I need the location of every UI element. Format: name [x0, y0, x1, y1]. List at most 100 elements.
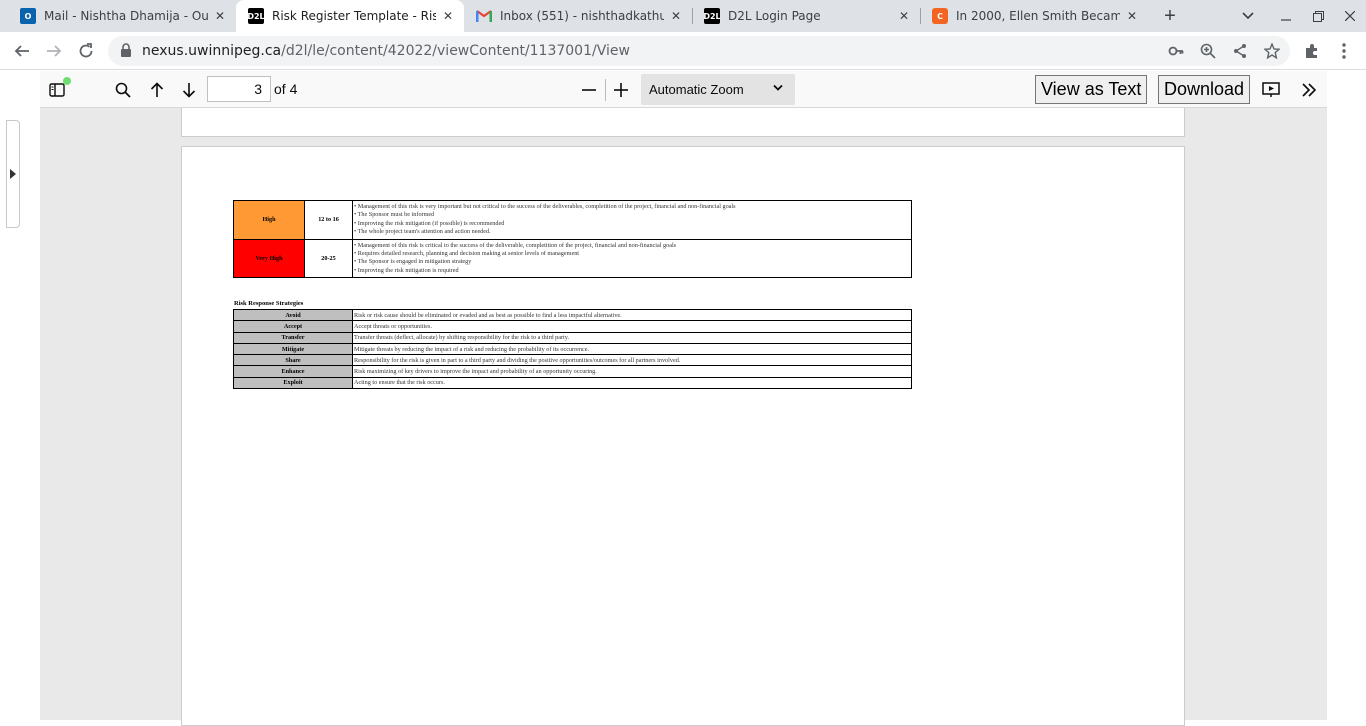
- pdf-viewer: 3 of 4 Automatic Zoom View as Text Downl…: [40, 71, 1327, 726]
- strategy-definition: Accept threats or opportunities.: [352, 320, 912, 333]
- tab-title: Risk Register Template - Risk M: [272, 9, 436, 23]
- tab-title: D2L Login Page: [728, 9, 821, 23]
- previous-page-bottom: [181, 108, 1185, 137]
- zoom-out-icon[interactable]: [575, 76, 603, 104]
- tab-course-hero[interactable]: C In 2000, Ellen Smith Became A ✕: [920, 0, 1148, 32]
- risk-response-table: Avoid Risk or risk cause should be elimin…: [233, 308, 912, 390]
- strategy-definition: Responsibility for the risk is given in …: [352, 354, 912, 367]
- tab-title: In 2000, Ellen Smith Became A: [956, 9, 1120, 23]
- close-icon[interactable]: ✕: [896, 8, 912, 24]
- zoom-icon[interactable]: [1198, 41, 1218, 61]
- strategy-definition: Acting to ensure that the risk occurs.: [352, 376, 912, 390]
- key-icon[interactable]: [1166, 41, 1186, 61]
- tab-d2l-login[interactable]: D2L D2L Login Page ✕: [692, 0, 920, 32]
- close-icon[interactable]: ✕: [668, 8, 684, 24]
- page-count: of 4: [274, 81, 298, 97]
- table-row: Accept Accept threats or opportunities.: [233, 320, 912, 333]
- strategy-name: Mitigate: [233, 342, 353, 356]
- reload-button[interactable]: [72, 37, 100, 65]
- risk-description-cell: • Management of this risk is critical to…: [352, 238, 912, 279]
- strategy-name: Avoid: [233, 308, 353, 322]
- description-line: • Requires detailed research, planning a…: [354, 250, 580, 258]
- table-row: Mitigate Mitigate threats by reducing the…: [233, 342, 912, 356]
- zoom-value: Automatic Zoom: [649, 82, 744, 97]
- description-line: • Management of this risk is critical to…: [354, 241, 677, 249]
- strategy-definition: Transfer threats (deflect, allocate) by …: [352, 331, 912, 344]
- close-window-button[interactable]: [1334, 0, 1366, 32]
- back-button[interactable]: [8, 37, 36, 65]
- restore-button[interactable]: [1302, 0, 1334, 32]
- strategy-name: Exploit: [233, 376, 353, 390]
- course-hero-icon: C: [932, 8, 948, 24]
- forward-button[interactable]: [40, 37, 68, 65]
- tab-strip: O Mail - Nishtha Dhamija - Outlo ✕ D2L R…: [0, 0, 1366, 32]
- risk-level-cell: Very High: [233, 238, 305, 279]
- table-row: Exploit Acting to ensure that the risk oc…: [233, 376, 912, 390]
- download-button[interactable]: Download: [1158, 75, 1251, 104]
- zoom-in-icon[interactable]: [607, 76, 635, 104]
- description-line: • Management of this risk is very import…: [354, 203, 736, 210]
- extensions-icon[interactable]: [1298, 37, 1326, 65]
- tab-title: Inbox (551) - nishthadkathuria: [500, 9, 664, 23]
- browser-menu-icon[interactable]: [1330, 37, 1358, 65]
- table-row: Enhance Risk maximizing of key drivers to…: [233, 365, 912, 378]
- pdf-toolbar: 3 of 4 Automatic Zoom View as Text Downl…: [40, 71, 1327, 108]
- pdf-page: High 12 to 16 • Management of this risk …: [181, 146, 1185, 726]
- address-bar[interactable]: nexus.uwinnipeg.ca/d2l/le/content/42022/…: [108, 36, 1290, 66]
- chevron-down-icon: [773, 81, 783, 95]
- side-panel-toggle[interactable]: [6, 120, 20, 228]
- description-line: • The Sponsor is engaged in mitigation s…: [354, 258, 472, 266]
- strategies-title: Risk Response Strategies: [234, 300, 304, 307]
- table-row: Share Responsibility for the risk is give…: [233, 354, 912, 367]
- next-page-icon[interactable]: [175, 76, 203, 104]
- page-number-input[interactable]: 3: [207, 76, 271, 102]
- strategy-name: Accept: [233, 320, 353, 333]
- strategy-name: Enhance: [233, 365, 353, 378]
- risk-score-cell: 20-25: [304, 238, 353, 279]
- d2l-icon: D2L: [703, 8, 721, 24]
- close-icon[interactable]: ✕: [1124, 8, 1140, 24]
- tab-risk-register[interactable]: D2L Risk Register Template - Risk M ✕: [236, 0, 464, 32]
- zoom-select[interactable]: Automatic Zoom: [641, 74, 795, 105]
- risk-level-table: High 12 to 16 • Management of this risk …: [233, 200, 912, 279]
- strategy-name: Transfer: [233, 331, 353, 344]
- strategy-definition: Risk maximizing of key drivers to improv…: [352, 365, 912, 378]
- sidebar-toggle-icon[interactable]: [43, 76, 71, 104]
- outlook-icon: O: [20, 8, 36, 24]
- view-as-text-button[interactable]: View as Text: [1035, 75, 1148, 104]
- tab-outlook-mail[interactable]: O Mail - Nishtha Dhamija - Outlo ✕: [8, 0, 236, 32]
- close-icon[interactable]: ✕: [440, 8, 456, 24]
- browser-toolbar: nexus.uwinnipeg.ca/d2l/le/content/42022/…: [0, 32, 1366, 70]
- tab-title: Mail - Nishtha Dhamija - Outlo: [44, 9, 208, 23]
- bookmark-star-icon[interactable]: [1262, 41, 1282, 61]
- description-line: • Improving the risk mitigation (if poss…: [354, 219, 505, 227]
- close-icon[interactable]: ✕: [212, 8, 228, 24]
- zoom-separator: [605, 79, 606, 101]
- table-row: Avoid Risk or risk cause should be elimin…: [233, 308, 912, 322]
- risk-level-cell: High: [233, 200, 305, 240]
- url-text: nexus.uwinnipeg.ca/d2l/le/content/42022/…: [142, 43, 630, 59]
- presentation-mode-icon[interactable]: [1257, 76, 1285, 104]
- url-path: /d2l/le/content/42022/viewContent/113700…: [281, 43, 630, 59]
- url-host: nexus.uwinnipeg.ca: [142, 43, 282, 59]
- lock-icon[interactable]: [120, 43, 134, 59]
- previous-page-icon[interactable]: [143, 76, 171, 104]
- search-icon[interactable]: [109, 76, 137, 104]
- gmail-icon: [476, 8, 492, 24]
- strategy-name: Share: [233, 354, 353, 367]
- tab-gmail-inbox[interactable]: Inbox (551) - nishthadkathuria ✕: [464, 0, 692, 32]
- description-line: • The whole project team's attention and…: [354, 228, 491, 236]
- tools-double-chevron-icon[interactable]: [1295, 76, 1323, 104]
- strategy-definition: Risk or risk cause should be eliminated …: [352, 308, 912, 322]
- description-line: • The Sponsor must be informed: [354, 211, 435, 219]
- notification-dot: [63, 77, 71, 85]
- table-row: Transfer Transfer threats (deflect, alloc…: [233, 331, 912, 344]
- table-row: Very High 20-25 • Management of this ris…: [233, 238, 912, 279]
- table-row: High 12 to 16 • Management of this risk …: [233, 200, 912, 240]
- share-icon[interactable]: [1230, 41, 1250, 61]
- new-tab-button[interactable]: +: [1158, 4, 1182, 28]
- risk-description-cell: • Management of this risk is very import…: [352, 200, 912, 240]
- tab-search-chevron-icon[interactable]: [1232, 0, 1264, 32]
- minimize-button[interactable]: [1270, 0, 1302, 32]
- strategy-definition: Mitigate threats by reducing the impact …: [352, 342, 912, 356]
